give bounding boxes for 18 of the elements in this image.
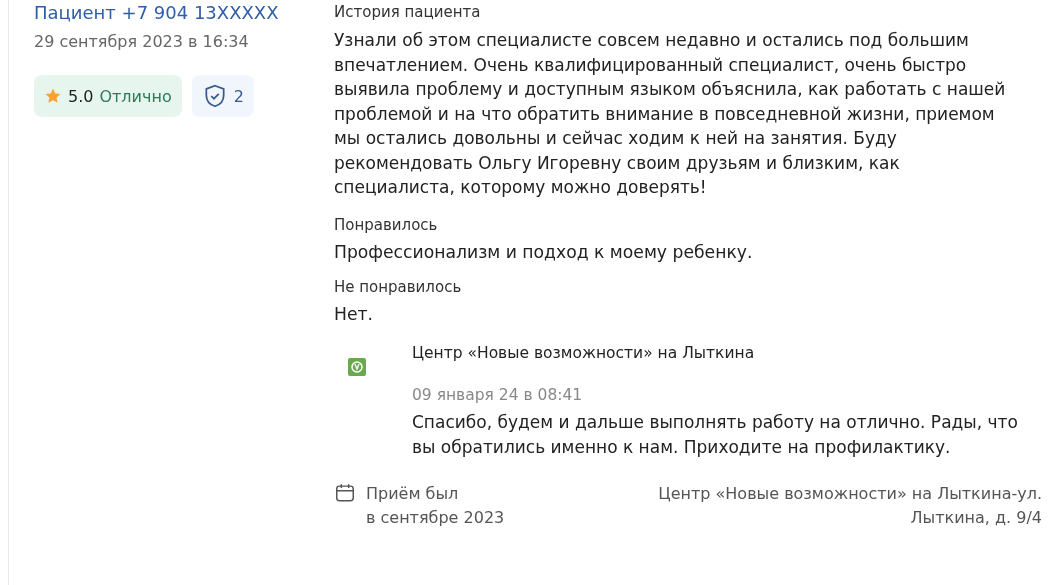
visit-date: Приём был в сентябре 2023 [366,482,505,529]
calendar-icon [334,481,356,504]
reply-text: Спасибо, будем и дальше выполнять работу на отлично. Рады, что вы обратились именно к нам. Приходите на профилактику. [412,410,1019,459]
section-title: Понравилось [334,215,439,234]
section-text: Профессионализм и подход к моему ребенку. [334,241,754,262]
visit-address: Центр «Новые возможности» на Лыткина-ул. Лыткина, д. 9/4 [658,482,1042,529]
review-date: 29 сентября 2023 в 16:34 [34,32,250,51]
section-text: Нет. [334,303,374,324]
reply-date: 09 января 24 в 08:41 [412,385,584,404]
clinic-logo-icon [348,357,366,376]
section-heading: История пациента [334,2,482,22]
clinic-name: Центр «Новые возможности» на Лыткина [412,343,756,362]
verified-badge: 2 [191,75,254,117]
rating-badge: 5.0 Отлично [34,75,182,117]
star-icon [44,87,62,105]
author-name[interactable]: Пациент +7 904 13XXXXX [34,2,334,24]
section-title: Не понравилось [334,277,463,296]
review-text: Узнали об этом специалисте совсем недавно и остались под большим впечатлением. Очень квалифицированный специалист, очень быстро выявила проблему и доступным языком объяснила, как работать с нашей проблемой и на что обратить внимание в повседневной жизни, приемом мы остались довольны и сейчас ходим к ней на занятия. Буду рекомендовать Ольгу Игоревну своим друзьям и близким, как специалиста, которому можно доверять! [334,29,1007,199]
